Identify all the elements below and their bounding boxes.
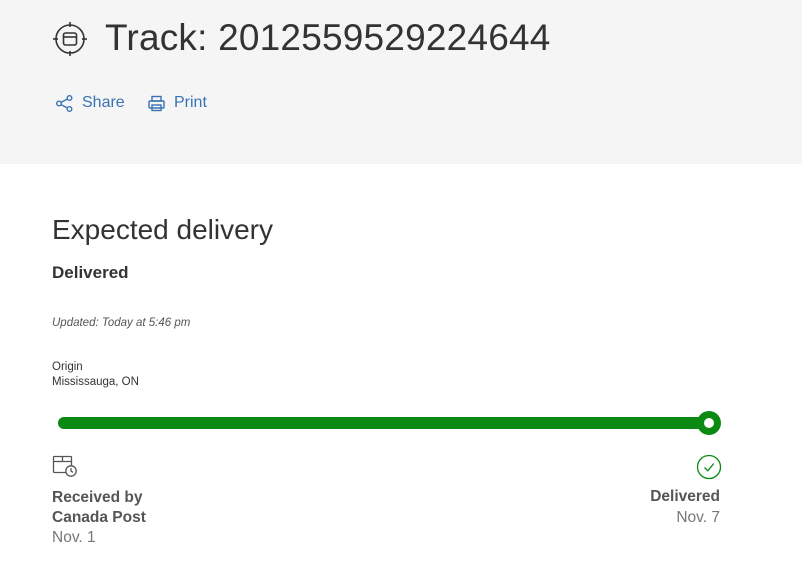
delivery-status: Delivered bbox=[52, 263, 129, 282]
page-title: Track: 2012559529224644 bbox=[105, 17, 551, 58]
print-button[interactable]: Print bbox=[147, 92, 207, 114]
print-label: Print bbox=[174, 94, 207, 111]
progress-end-marker bbox=[697, 411, 721, 435]
share-label: Share bbox=[82, 94, 125, 111]
received-milestone-date: Nov. 1 bbox=[52, 529, 96, 546]
delivered-milestone-label: Delivered bbox=[650, 488, 720, 505]
share-icon bbox=[56, 94, 73, 112]
tracking-progress-fill bbox=[58, 417, 712, 429]
package-clock-icon bbox=[52, 454, 78, 478]
target-package-icon bbox=[51, 20, 89, 58]
share-button[interactable]: Share bbox=[55, 92, 125, 114]
origin-label: Origin bbox=[52, 361, 83, 373]
expected-delivery-heading: Expected delivery bbox=[52, 214, 274, 245]
printer-icon bbox=[148, 95, 165, 111]
delivered-milestone-date: Nov. 7 bbox=[676, 509, 720, 526]
tracking-progress-bar bbox=[58, 417, 712, 429]
received-milestone-label: Received by Canada Post bbox=[52, 489, 146, 526]
updated-timestamp: Updated: Today at 5:46 pm bbox=[52, 317, 191, 329]
tracking-header: Track: 2012559529224644 Share Print bbox=[0, 0, 802, 164]
check-circle-icon bbox=[696, 454, 722, 480]
origin-city: Mississauga, ON bbox=[52, 376, 139, 388]
